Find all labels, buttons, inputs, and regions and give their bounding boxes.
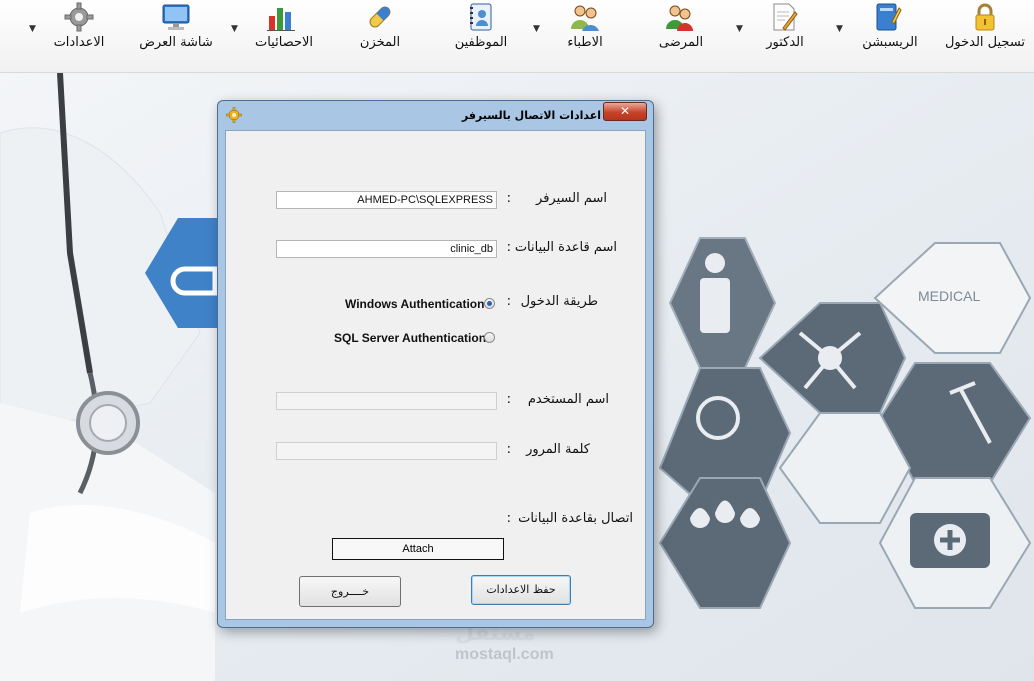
label-colon: : <box>506 511 511 526</box>
label-colon: : <box>506 442 511 457</box>
notebook-icon <box>876 3 902 31</box>
server-settings-dialog: اعدادات الاتصال بالسيرفر ✕ اسم السيرفر :… <box>217 100 654 628</box>
database-name-label: اسم قاعدة البيانات <box>514 240 617 255</box>
toolbar-label: الاعدادات <box>53 35 105 50</box>
toolbar-label: الدكتور <box>766 35 804 50</box>
toolbar-label: الاحصائيات <box>254 35 314 50</box>
patients-icon <box>666 5 693 31</box>
first-aid-kit-icon <box>910 513 990 568</box>
server-name-input[interactable]: AHMED-PC\SQLEXPRESS <box>276 191 497 209</box>
toolbar-label: تسجيل الدخول <box>944 35 1026 50</box>
toolbar-item-login[interactable]: تسجيل الدخول <box>940 0 1030 60</box>
close-icon: ✕ <box>619 104 631 118</box>
medical-label: MEDICAL <box>918 288 980 304</box>
auth-method-label: طريقة الدخول <box>520 294 598 309</box>
toolbar-label: الاطباء <box>567 35 603 50</box>
attach-button[interactable]: Attach <box>332 538 504 560</box>
toolbar-item-store[interactable]: المخزن <box>345 0 415 60</box>
label-colon: : <box>506 392 511 407</box>
chevron-down-icon[interactable]: ▼ <box>29 24 36 34</box>
save-settings-button[interactable]: حفظ الاعدادات <box>471 575 571 605</box>
toolbar-label: الريسبشن <box>862 35 918 50</box>
close-button[interactable]: ✕ <box>603 102 647 121</box>
attach-database-label: اتصال بقاعدة البيانات <box>518 511 633 526</box>
gear-icon <box>226 107 242 123</box>
password-input[interactable] <box>276 442 497 460</box>
main-toolbar: تسجيل الدخول الريسبشن ▼ الدكتور ▼ المرضى <box>0 0 1034 73</box>
watermark-text: mostaql.com <box>455 646 554 663</box>
toolbar-item-statistics[interactable]: الاحصائيات <box>244 0 324 60</box>
toolbar-item-settings[interactable]: الاعدادات <box>44 0 114 60</box>
lock-icon <box>975 3 995 31</box>
toolbar-label: المرضى <box>658 35 704 50</box>
chevron-down-icon[interactable]: ▼ <box>231 24 238 34</box>
dialog-titlebar[interactable]: اعدادات الاتصال بالسيرفر ✕ <box>218 101 653 129</box>
chevron-down-icon[interactable]: ▼ <box>736 24 743 34</box>
exit-button[interactable]: خــــروج <box>299 576 401 607</box>
bar-chart-icon <box>267 8 295 31</box>
monitor-icon <box>162 4 190 30</box>
label-colon: : <box>506 240 511 255</box>
username-input[interactable] <box>276 392 497 410</box>
toolbar-item-employees[interactable]: الموظفين <box>446 0 516 60</box>
toolbar-label: الموظفين <box>454 35 508 50</box>
dialog-title: اعدادات الاتصال بالسيرفر <box>461 109 601 122</box>
toolbar-item-reception[interactable]: الريسبشن <box>855 0 925 60</box>
toolbar-item-doctor[interactable]: الدكتور <box>752 0 818 60</box>
server-name-label: اسم السيرفر <box>536 191 607 206</box>
database-name-input[interactable]: clinic_db <box>276 240 497 258</box>
toolbar-item-display-screen[interactable]: شاشة العرض <box>135 0 217 60</box>
password-label: كلمة المرور <box>526 442 590 457</box>
pencil-document-icon <box>773 3 798 31</box>
label-colon: : <box>506 294 511 309</box>
chevron-down-icon[interactable]: ▼ <box>836 24 843 34</box>
toolbar-item-doctors[interactable]: الاطباء <box>550 0 620 60</box>
gear-icon <box>64 2 94 32</box>
toolbar-label: المخزن <box>359 35 401 50</box>
label-colon: : <box>506 191 511 206</box>
chevron-down-icon[interactable]: ▼ <box>533 24 540 34</box>
windows-auth-radio[interactable] <box>484 298 495 309</box>
capsule-icon <box>369 6 391 28</box>
dialog-body: اسم السيرفر : AHMED-PC\SQLEXPRESS اسم قا… <box>225 130 646 620</box>
username-label: اسم المستخدم <box>527 392 609 407</box>
contacts-book-icon <box>470 3 492 31</box>
toolbar-label: شاشة العرض <box>139 35 213 50</box>
toolbar-item-patients[interactable]: المرضى <box>646 0 716 60</box>
windows-auth-label[interactable]: Windows Authentication <box>345 297 484 311</box>
sql-auth-label[interactable]: SQL Server Authentication <box>334 331 486 345</box>
sql-auth-radio[interactable] <box>484 332 495 343</box>
doctors-icon <box>571 5 599 31</box>
